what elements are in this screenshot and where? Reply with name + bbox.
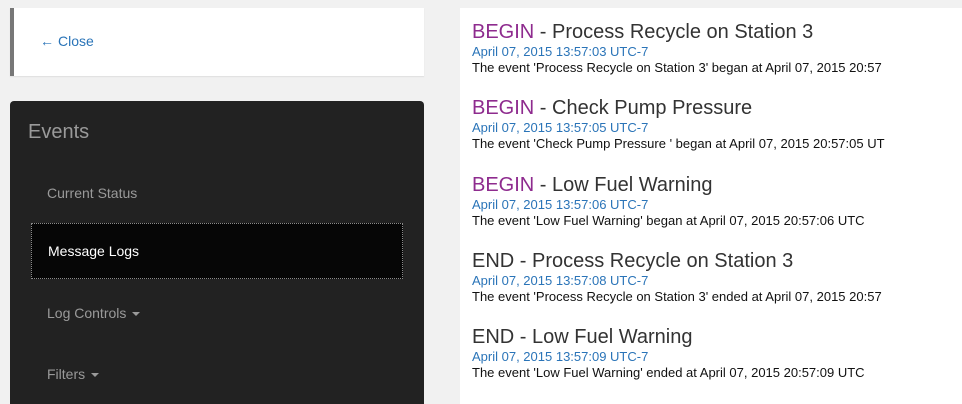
log-entry: END - Low Fuel Warning April 07, 2015 13… bbox=[472, 325, 865, 382]
log-tag: BEGIN bbox=[472, 97, 535, 119]
log-title: - Process Recycle on Station 3 bbox=[514, 250, 794, 272]
log-title: - Process Recycle on Station 3 bbox=[534, 21, 814, 43]
close-label: Close bbox=[58, 33, 94, 49]
left-arrow-icon: ← bbox=[40, 33, 54, 49]
log-heading: BEGIN - Process Recycle on Station 3 bbox=[472, 20, 882, 44]
log-message: The event 'Check Pump Pressure ' began a… bbox=[472, 136, 885, 151]
log-tag: END bbox=[472, 250, 515, 272]
log-timestamp: April 07, 2015 13:57:06 UTC-7 bbox=[472, 197, 649, 212]
log-message: The event 'Process Recycle on Station 3'… bbox=[472, 289, 882, 304]
events-sidebar: Events Current Status Message Logs Log C… bbox=[10, 101, 424, 404]
message-log-panel: BEGIN - Process Recycle on Station 3 Apr… bbox=[460, 8, 962, 404]
log-title: - Low Fuel Warning bbox=[534, 174, 713, 196]
log-entry: END - Process Recycle on Station 3 April… bbox=[472, 249, 882, 306]
nav-item-label: Message Logs bbox=[48, 243, 140, 259]
log-timestamp: April 07, 2015 13:57:05 UTC-7 bbox=[472, 120, 649, 135]
log-timestamp: April 07, 2015 13:57:09 UTC-7 bbox=[472, 349, 649, 364]
log-tag: BEGIN bbox=[472, 174, 535, 196]
log-title: - Low Fuel Warning bbox=[514, 326, 693, 348]
close-link[interactable]: ← Close bbox=[40, 33, 94, 49]
nav-item-filters[interactable]: Filters bbox=[10, 346, 424, 402]
log-message: The event 'Low Fuel Warning' began at Ap… bbox=[472, 213, 865, 228]
log-timestamp: April 07, 2015 13:57:08 UTC-7 bbox=[472, 273, 649, 288]
caret-down-icon bbox=[91, 373, 100, 377]
log-message: The event 'Low Fuel Warning' ended at Ap… bbox=[472, 365, 865, 380]
nav-item-label: Log Controls bbox=[47, 305, 127, 321]
log-title: - Check Pump Pressure bbox=[534, 97, 753, 119]
log-entry: BEGIN - Check Pump Pressure April 07, 20… bbox=[472, 96, 885, 153]
log-heading: END - Low Fuel Warning bbox=[472, 325, 865, 349]
log-message: The event 'Process Recycle on Station 3'… bbox=[472, 60, 882, 75]
caret-down-icon bbox=[132, 312, 141, 316]
nav-item-message-logs[interactable]: Message Logs bbox=[31, 223, 403, 279]
close-card: ← Close bbox=[10, 8, 424, 76]
nav-item-log-controls[interactable]: Log Controls bbox=[10, 285, 424, 341]
log-heading: BEGIN - Check Pump Pressure bbox=[472, 96, 885, 120]
log-heading: BEGIN - Low Fuel Warning bbox=[472, 173, 865, 197]
nav-item-current-status[interactable]: Current Status bbox=[10, 165, 424, 221]
log-heading: END - Process Recycle on Station 3 bbox=[472, 249, 882, 273]
log-timestamp: April 07, 2015 13:57:03 UTC-7 bbox=[472, 44, 649, 59]
log-tag: BEGIN bbox=[472, 21, 535, 43]
nav-item-label: Current Status bbox=[47, 185, 138, 201]
log-entry: BEGIN - Process Recycle on Station 3 Apr… bbox=[472, 20, 882, 77]
log-entry: BEGIN - Low Fuel Warning April 07, 2015 … bbox=[472, 173, 865, 230]
events-title: Events bbox=[28, 121, 90, 143]
log-tag: END bbox=[472, 326, 515, 348]
nav-item-label: Filters bbox=[47, 366, 86, 382]
